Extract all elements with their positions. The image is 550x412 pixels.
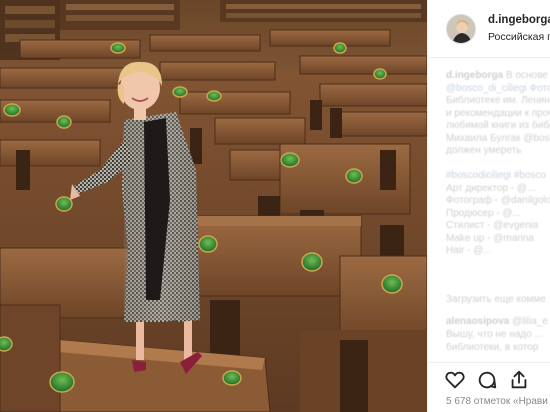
caption-line: Стилист - @evgenia xyxy=(446,220,539,231)
username-link[interactable]: d.ingeborga xyxy=(488,14,550,26)
heart-icon[interactable] xyxy=(444,369,466,391)
caption-line: Михаила Булгак @bosco xyxy=(446,132,550,144)
comment-line: Вышу, что не надо ... xyxy=(446,329,543,340)
caption-line: любимой книги из библиотеки xyxy=(446,120,550,131)
caption-line: #boscodiciliegi #bosco xyxy=(446,170,547,181)
comment-line: библиотеки, в котор xyxy=(446,342,539,353)
comment-line: alenaosipova @lilia_e xyxy=(446,316,548,327)
likes-count[interactable]: 5 678 отметок «Нрави xyxy=(446,396,548,407)
caption-line: Арт директор - @... xyxy=(446,182,536,194)
caption-block: d.ingeborga В основе @bosco_di_ciliegi Ф… xyxy=(446,70,550,258)
avatar[interactable] xyxy=(446,14,476,44)
library-photo xyxy=(0,0,427,412)
caption-line: Hair - @... xyxy=(446,245,492,256)
caption-line: Библиотеке им. Ленина xyxy=(446,95,550,106)
caption-line xyxy=(446,158,550,171)
load-more-comments-link[interactable]: Загрузить еще комме xyxy=(446,294,546,305)
caption-line: Продюсер - @... xyxy=(446,207,521,219)
comment-bubble-icon[interactable] xyxy=(476,369,498,391)
caption-line: Фотограф - @danilgolov xyxy=(446,195,550,206)
share-icon[interactable] xyxy=(508,369,530,391)
post-header: d.ingeborga Российская госу xyxy=(428,0,550,58)
action-bar xyxy=(428,362,550,391)
location-link[interactable]: Российская госу xyxy=(488,31,550,43)
caption-line: @bosco_di_ciliegi Фотосессия xyxy=(446,82,550,94)
caption-line: d.ingeborga В основе xyxy=(446,70,548,81)
caption-line: и рекомендации к прочтению xyxy=(446,107,550,119)
caption-line: Make up - @marina xyxy=(446,232,534,244)
post-side-panel: d.ingeborga Российская госу d.ingeborga … xyxy=(427,0,550,412)
caption-line: должен умереть xyxy=(446,145,522,156)
post-photo[interactable] xyxy=(0,0,427,412)
